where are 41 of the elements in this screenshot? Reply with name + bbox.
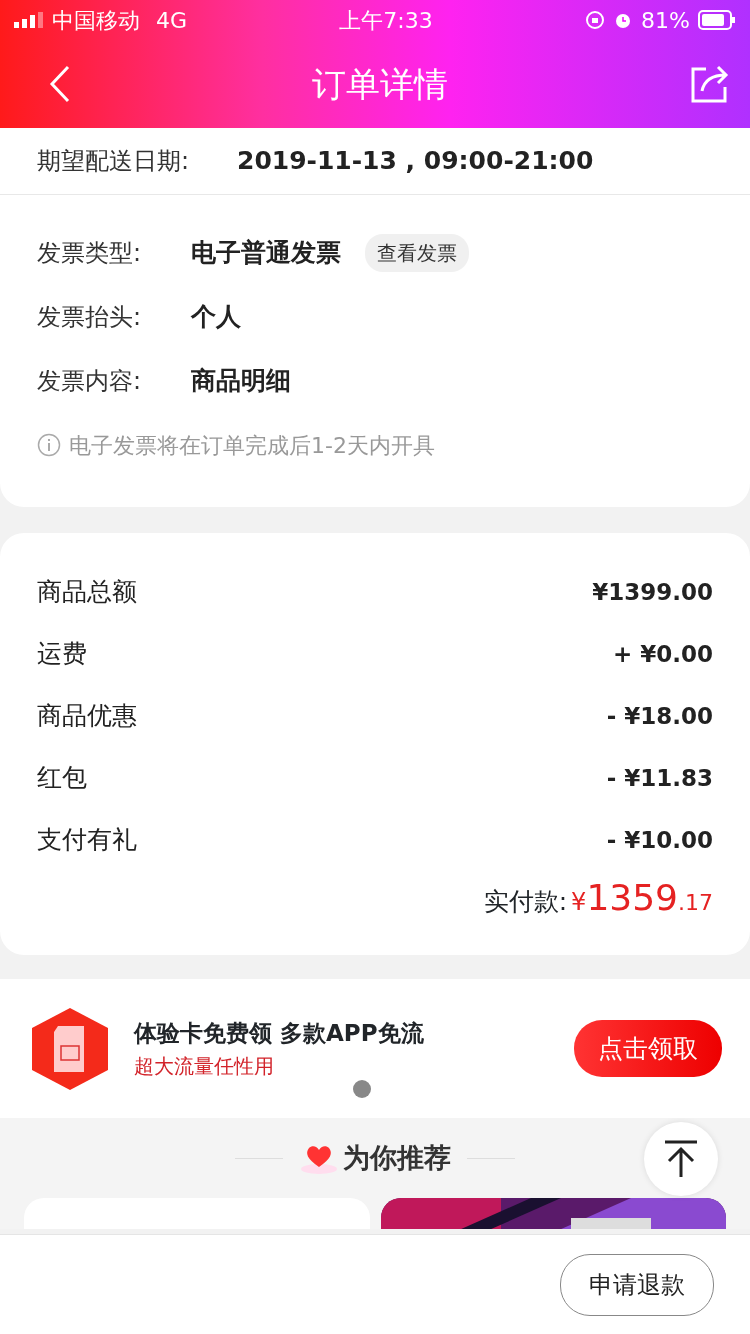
promo-title: 体验卡免费领 多款APP免流 <box>134 1019 425 1049</box>
price-value: - ¥11.83 <box>606 763 713 793</box>
claim-button[interactable]: 点击领取 <box>574 1019 722 1078</box>
field-label: 期望配送日期: <box>37 146 191 177</box>
back-to-top-button[interactable] <box>644 1122 718 1196</box>
battery-icon <box>698 10 736 30</box>
field-label: 发票抬头: <box>37 302 143 333</box>
section-title: 为你推荐 <box>343 1140 451 1175</box>
page-title: 订单详情 <box>312 62 448 106</box>
carousel-dot <box>353 1080 371 1098</box>
view-invoice-button[interactable]: 查看发票 <box>365 234 469 272</box>
price-label: 支付有礼 <box>37 824 137 857</box>
promo-subtitle: 超大流量任性用 <box>134 1052 275 1080</box>
network-type: 4G <box>156 6 188 35</box>
price-value: + ¥0.00 <box>612 639 713 669</box>
carrier-name: 中国移动 <box>52 6 140 35</box>
field-value: 个人 <box>191 301 241 334</box>
price-label: 商品总额 <box>37 576 137 609</box>
field-value: 商品明细 <box>191 365 291 398</box>
battery-percent: 81% <box>641 6 690 35</box>
field-value: 电子普通发票 <box>191 237 341 270</box>
total-amount: ¥1359.17 <box>571 876 713 920</box>
price-value: - ¥18.00 <box>606 701 713 731</box>
field-label: 发票类型: <box>37 238 143 269</box>
arrow-up-icon <box>663 1139 699 1179</box>
price-label: 商品优惠 <box>37 700 137 733</box>
invoice-note: 电子发票将在订单完成后1-2天内开具 <box>69 431 435 460</box>
status-time: 上午7:33 <box>338 6 434 35</box>
sim-card-icon <box>30 1005 110 1092</box>
price-label: 运费 <box>37 638 87 671</box>
price-label: 红包 <box>37 762 87 795</box>
signal-icon <box>14 12 44 28</box>
info-icon <box>37 433 61 457</box>
back-icon[interactable] <box>48 64 72 104</box>
rotation-lock-icon <box>585 10 606 30</box>
total-label: 实付款: <box>483 886 568 918</box>
price-value: ¥1399.00 <box>592 577 713 607</box>
refund-button[interactable]: 申请退款 <box>560 1253 714 1316</box>
price-value: - ¥10.00 <box>606 825 713 855</box>
field-label: 发票内容: <box>37 366 143 397</box>
field-value: 2019-11-13 , 09:00-21:00 <box>237 145 594 178</box>
